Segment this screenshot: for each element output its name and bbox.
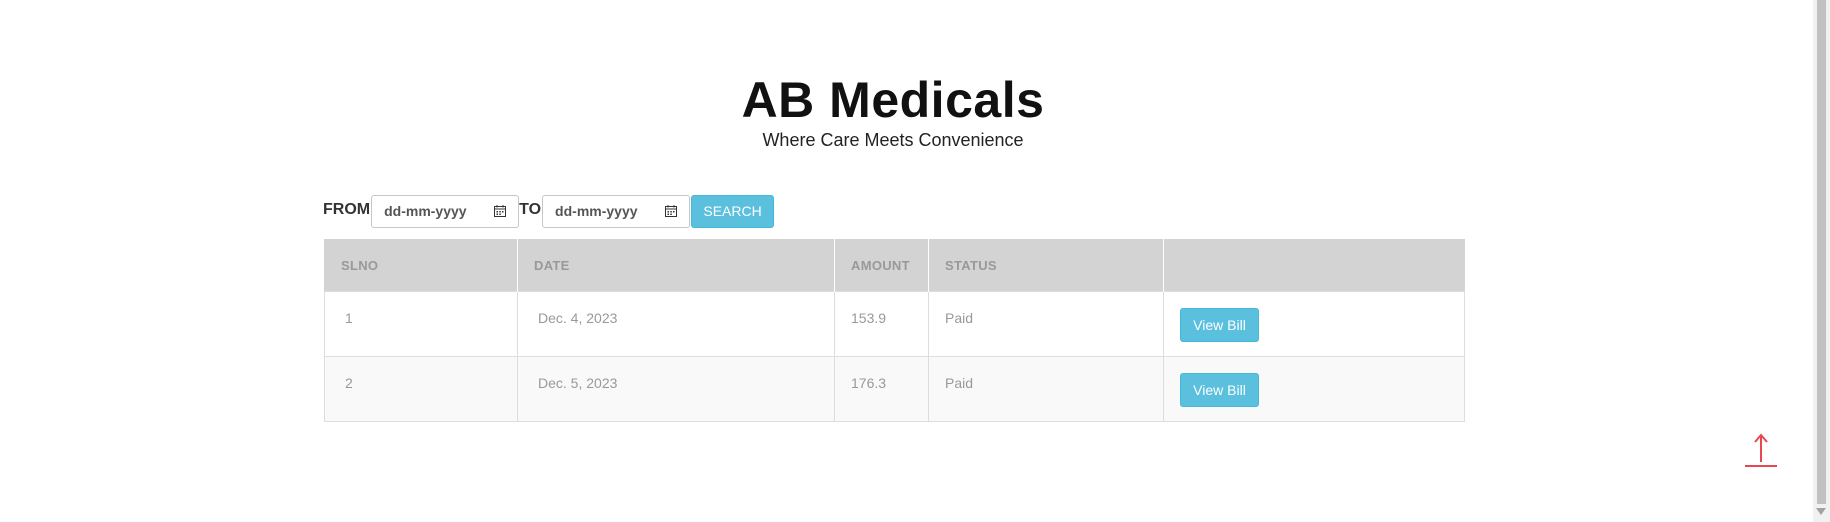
calendar-icon[interactable] — [665, 205, 678, 217]
to-label: TO — [519, 201, 542, 218]
site-title: AB Medicals — [741, 72, 1045, 128]
to-date-placeholder: dd-mm-yyyy — [555, 203, 638, 219]
cell-amount: 153.9 — [834, 291, 929, 357]
site-tagline: Where Care Meets Convenience — [762, 130, 1024, 150]
amount-value: 153.9 — [851, 310, 887, 326]
status-value: Paid — [945, 310, 974, 326]
cell-slno: 1 — [324, 291, 518, 357]
amount-value: 176.3 — [851, 375, 887, 391]
calendar-icon[interactable] — [494, 205, 507, 217]
from-date-placeholder: dd-mm-yyyy — [384, 203, 467, 219]
from-date-input[interactable]: dd-mm-yyyy — [371, 194, 520, 228]
slno-value: 2 — [345, 375, 353, 391]
cell-slno: 2 — [324, 356, 518, 422]
to-date-input[interactable]: dd-mm-yyyy — [542, 194, 691, 228]
status-value: Paid — [945, 375, 974, 391]
table-row: 2 Dec. 5, 2023 176.3 Paid View Bill — [324, 356, 1465, 422]
column-header-amount: AMOUNT — [834, 239, 929, 292]
cell-action: View Bill — [1163, 356, 1465, 422]
date-filter: FROM dd-mm-yyyy TO dd-mm-yyyy SEARCH — [323, 194, 775, 228]
view-bill-button[interactable]: View Bill — [1180, 373, 1259, 407]
column-header-date: DATE — [517, 239, 835, 292]
cell-amount: 176.3 — [834, 356, 929, 422]
cell-date: Dec. 5, 2023 — [517, 356, 835, 422]
cell-status: Paid — [928, 291, 1164, 357]
scrollbar-thumb[interactable] — [1817, 0, 1826, 504]
scroll-down-arrow-icon[interactable] — [1816, 508, 1826, 515]
slno-value: 1 — [345, 310, 353, 326]
bills-table: SLNO DATE AMOUNT STATUS 1 Dec. 4, 2023 1… — [324, 239, 1465, 422]
page: AB Medicals Where Care Meets Convenience… — [0, 0, 1830, 522]
table-row: 1 Dec. 4, 2023 153.9 Paid View Bill — [324, 291, 1465, 357]
view-bill-button[interactable]: View Bill — [1180, 308, 1259, 342]
cell-action: View Bill — [1163, 291, 1465, 357]
cell-date: Dec. 4, 2023 — [517, 291, 835, 357]
date-value: Dec. 4, 2023 — [538, 310, 618, 326]
from-label: FROM — [323, 201, 371, 218]
date-value: Dec. 5, 2023 — [538, 375, 618, 391]
column-header-status: STATUS — [928, 239, 1164, 292]
cell-status: Paid — [928, 356, 1164, 422]
search-button[interactable]: SEARCH — [691, 194, 775, 228]
scroll-to-top-icon[interactable] — [1744, 432, 1778, 468]
column-header-slno: SLNO — [324, 239, 518, 292]
vertical-scrollbar[interactable] — [1813, 0, 1830, 522]
bills-table-container: SLNO DATE AMOUNT STATUS 1 Dec. 4, 2023 1… — [324, 239, 1465, 422]
site-header: AB Medicals Where Care Meets Convenience — [0, 66, 1786, 151]
column-header-action — [1163, 239, 1465, 292]
table-header-row: SLNO DATE AMOUNT STATUS — [324, 239, 1465, 292]
